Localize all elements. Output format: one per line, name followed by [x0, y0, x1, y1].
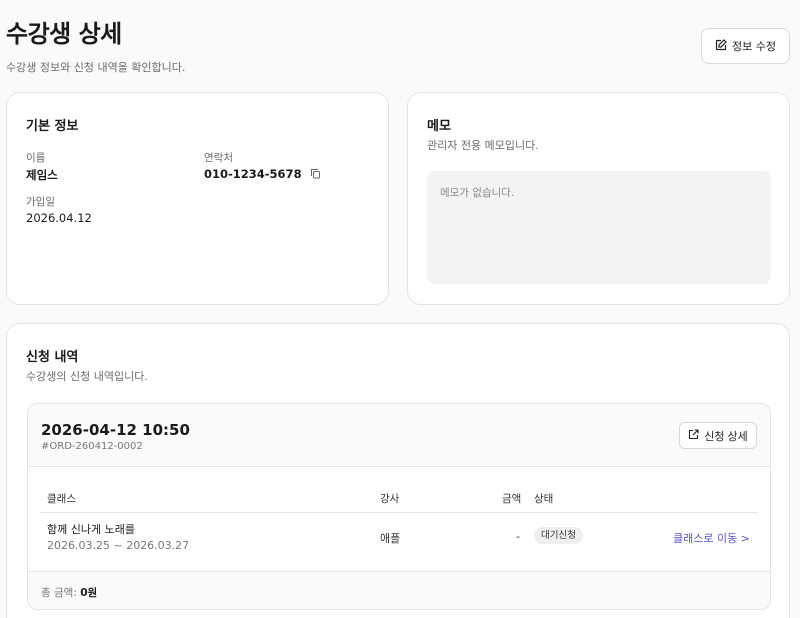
column-class: 클래스: [47, 493, 76, 505]
contact-row: 010-1234-5678: [204, 167, 321, 182]
joined-label: 가입일: [26, 196, 55, 208]
order-detail-button[interactable]: 신청 상세: [679, 422, 757, 449]
column-status: 상태: [534, 493, 554, 505]
total-amount: 총 금액: 0원: [41, 585, 97, 600]
basic-info-card: 기본 정보 이름 제임스 연락처 010-1234-5678 가입일 2026.…: [6, 92, 389, 305]
history-card: 신청 내역 수강생의 신청 내역입니다. 2026-04-12 10:50 #O…: [6, 323, 790, 618]
page-header: 수강생 상세 수강생 정보와 신청 내역을 확인합니다. 정보 수정: [6, 18, 790, 78]
name-label: 이름: [26, 152, 46, 164]
class-name: 함께 신나게 노래를: [47, 523, 135, 536]
memo-placeholder: 메모가 없습니다.: [440, 187, 515, 199]
history-title: 신청 내역: [26, 350, 79, 365]
page-title: 수강생 상세: [6, 20, 122, 48]
memo-title: 메모: [427, 119, 451, 134]
contact-value: 010-1234-5678: [204, 167, 302, 181]
contact-label: 연락처: [204, 152, 233, 164]
table-divider: [40, 512, 758, 513]
column-instructor: 강사: [380, 493, 400, 505]
order-footer: 총 금액: 0원: [28, 571, 770, 609]
memo-description: 관리자 전용 메모입니다.: [427, 139, 539, 152]
edit-info-label: 정보 수정: [732, 40, 776, 53]
instructor-name: 애플: [380, 532, 401, 545]
page-subtitle: 수강생 정보와 신청 내역을 확인합니다.: [6, 61, 186, 74]
total-label: 총 금액:: [41, 587, 77, 599]
external-link-icon: [688, 428, 699, 443]
basic-info-title: 기본 정보: [26, 119, 79, 134]
order-card: 2026-04-12 10:50 #ORD-260412-0002 신청 상세 …: [27, 403, 771, 610]
edit-info-button[interactable]: 정보 수정: [701, 28, 790, 64]
order-header: 2026-04-12 10:50 #ORD-260412-0002 신청 상세: [28, 404, 770, 467]
status-badge: 대기신청: [534, 527, 583, 544]
class-period: 2026.03.25 ~ 2026.03.27: [47, 539, 190, 552]
edit-icon: [715, 38, 727, 54]
order-detail-label: 신청 상세: [704, 430, 748, 443]
total-value: 0원: [80, 587, 98, 599]
copy-icon[interactable]: [310, 168, 321, 182]
history-description: 수강생의 신청 내역입니다.: [26, 370, 148, 383]
name-value: 제임스: [26, 168, 58, 182]
go-to-class-link[interactable]: 클래스로 이동 >: [673, 530, 750, 546]
order-datetime: 2026-04-12 10:50: [41, 421, 190, 439]
amount-value: -: [516, 530, 520, 543]
joined-value: 2026.04.12: [26, 211, 92, 225]
column-amount: 금액: [502, 493, 522, 505]
memo-box[interactable]: 메모가 없습니다.: [427, 171, 771, 284]
memo-card: 메모 관리자 전용 메모입니다. 메모가 없습니다.: [407, 92, 790, 305]
order-number: #ORD-260412-0002: [41, 441, 143, 452]
